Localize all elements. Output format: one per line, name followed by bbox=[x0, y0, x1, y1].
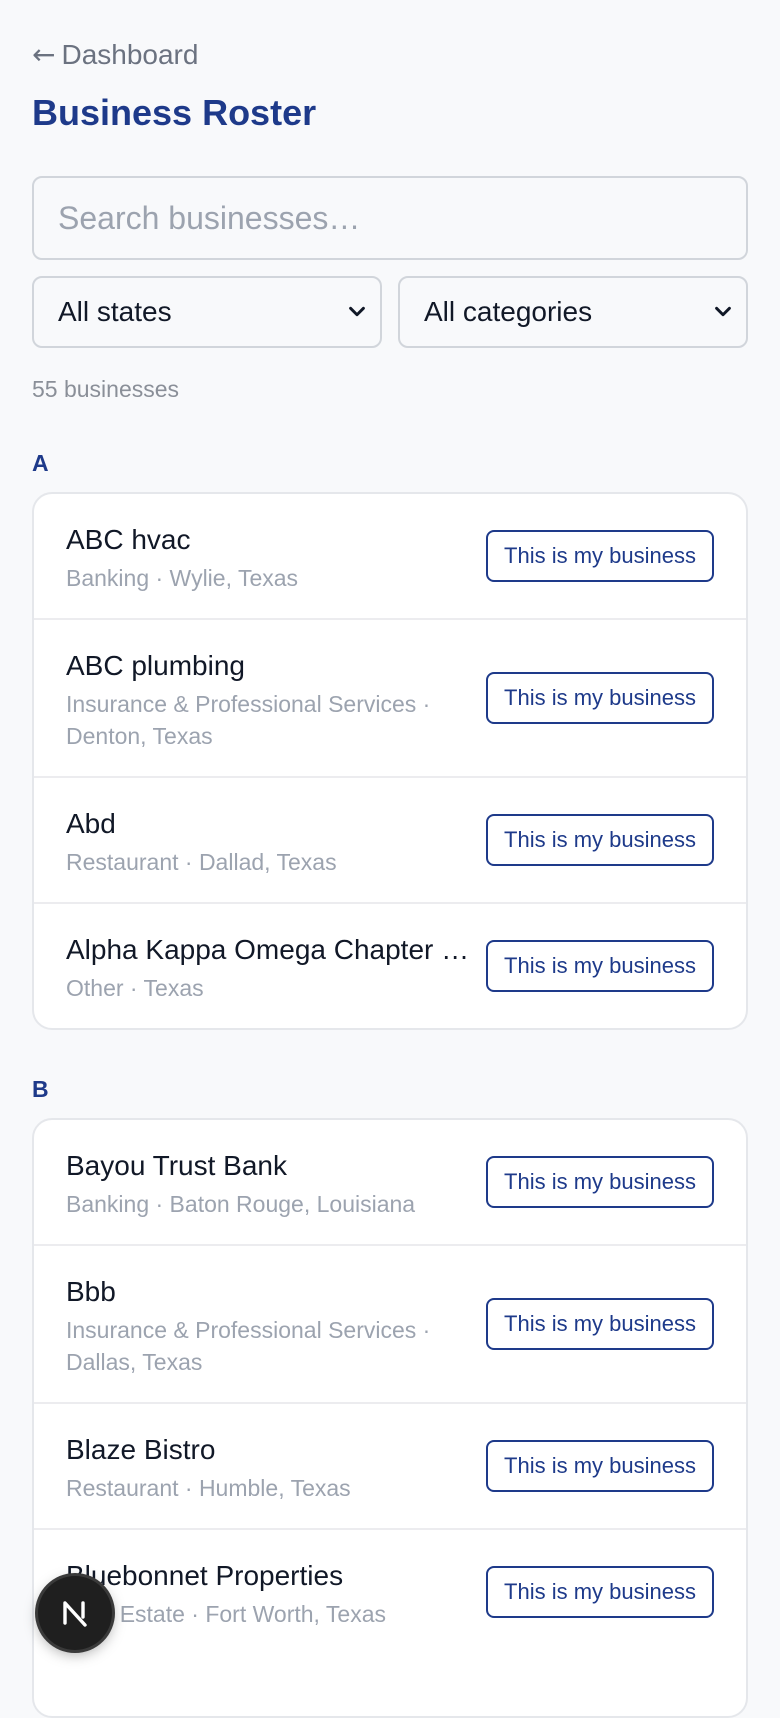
business-meta: Other · Texas bbox=[66, 975, 204, 1001]
state-filter-value: All states bbox=[58, 296, 172, 327]
claim-business-button[interactable]: This is my business bbox=[486, 940, 714, 992]
business-row: Bbb Insurance & Professional Services · … bbox=[34, 1246, 746, 1404]
claim-business-button[interactable]: This is my business bbox=[486, 1440, 714, 1492]
section-letter-a: A bbox=[32, 450, 49, 476]
business-meta: Banking · Wylie, Texas bbox=[66, 565, 299, 591]
business-list-card: ABC hvac Banking · Wylie, Texas This is … bbox=[32, 492, 748, 1030]
category-filter-value: All categories bbox=[424, 296, 593, 327]
business-meta: Restaurant · Dallad, Texas bbox=[66, 849, 337, 875]
claim-business-button[interactable]: This is my business bbox=[486, 1566, 714, 1618]
claim-business-button[interactable]: This is my business bbox=[486, 814, 714, 866]
business-row: Bayou Trust Bank Banking · Baton Rouge, … bbox=[34, 1120, 746, 1246]
claim-business-button[interactable]: This is my business bbox=[486, 530, 714, 582]
business-meta: Restaurant · Humble, Texas bbox=[66, 1475, 351, 1501]
business-meta: Insurance & Professional Services · Dall… bbox=[66, 1317, 431, 1375]
back-to-dashboard-link[interactable]: ← Dashboard bbox=[32, 38, 198, 71]
category-filter-select[interactable]: All categories bbox=[398, 276, 748, 348]
business-name: Bluebonnet Properties bbox=[66, 1560, 344, 1591]
business-row: Abd Restaurant · Dallad, Texas This is m… bbox=[34, 778, 746, 904]
business-name: Abd bbox=[66, 808, 116, 839]
business-name: Alpha Kappa Omega Chapter … bbox=[66, 934, 470, 965]
chevron-down-icon bbox=[715, 306, 731, 317]
claim-business-button[interactable]: This is my business bbox=[486, 1156, 714, 1208]
business-row: Alpha Kappa Omega Chapter … Other · Texa… bbox=[34, 904, 746, 1028]
business-list-card: Bayou Trust Bank Banking · Baton Rouge, … bbox=[32, 1118, 748, 1718]
nextjs-devtools-button[interactable] bbox=[38, 1576, 112, 1650]
business-name: Bbb bbox=[66, 1276, 116, 1307]
search-input[interactable] bbox=[32, 176, 748, 260]
result-count: 55 businesses bbox=[32, 376, 180, 402]
page-title: Business Roster bbox=[32, 92, 317, 133]
state-filter-select[interactable]: All states bbox=[32, 276, 382, 348]
chevron-down-icon bbox=[349, 306, 365, 317]
nextjs-logo-icon bbox=[63, 1601, 87, 1627]
business-meta: Insurance & Professional Services · Dent… bbox=[66, 691, 431, 749]
claim-business-button[interactable]: This is my business bbox=[486, 672, 714, 724]
business-meta: Banking · Baton Rouge, Louisiana bbox=[66, 1191, 416, 1217]
business-name: Blaze Bistro bbox=[66, 1434, 216, 1465]
business-meta: Real Estate · Fort Worth, Texas bbox=[66, 1601, 386, 1627]
back-arrow-icon: ← bbox=[32, 38, 56, 71]
claim-business-button[interactable]: This is my business bbox=[486, 1298, 714, 1350]
back-link-label: Dashboard bbox=[61, 38, 199, 70]
business-row: Blaze Bistro Restaurant · Humble, Texas … bbox=[34, 1404, 746, 1530]
section-letter-b: B bbox=[32, 1076, 49, 1102]
business-name: Bayou Trust Bank bbox=[66, 1150, 288, 1181]
business-name: ABC hvac bbox=[66, 524, 191, 555]
business-row: Bluebonnet Properties Real Estate · Fort… bbox=[34, 1530, 746, 1656]
business-row: ABC plumbing Insurance & Professional Se… bbox=[34, 620, 746, 778]
business-name: ABC plumbing bbox=[66, 650, 245, 681]
business-row: ABC hvac Banking · Wylie, Texas This is … bbox=[34, 494, 746, 620]
